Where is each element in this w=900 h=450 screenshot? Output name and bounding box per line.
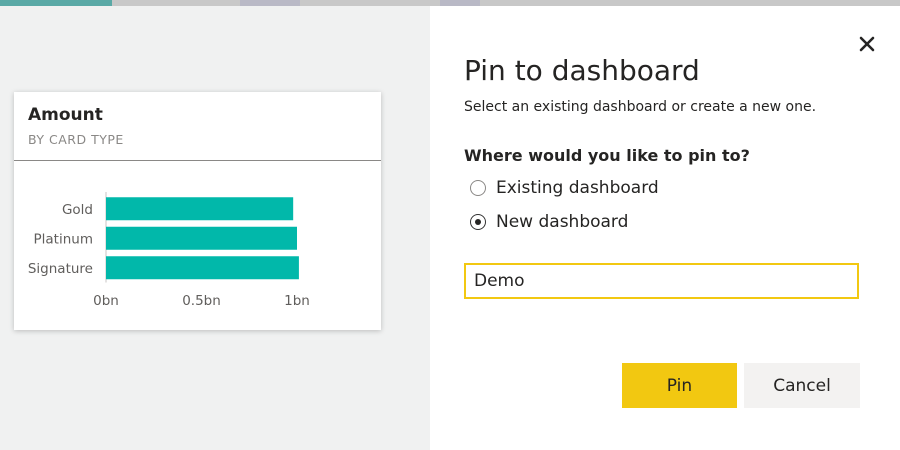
category-label: Signature bbox=[28, 261, 93, 277]
cancel-button[interactable]: Cancel bbox=[744, 363, 860, 408]
radio-label: New dashboard bbox=[496, 212, 629, 232]
radio-button[interactable] bbox=[470, 180, 486, 196]
x-tick-label: 1bn bbox=[284, 293, 310, 309]
bar-signature[interactable] bbox=[106, 256, 299, 280]
dashboard-name-input[interactable] bbox=[464, 263, 859, 299]
bar-platinum[interactable] bbox=[106, 226, 297, 250]
dialog-title: Pin to dashboard bbox=[464, 54, 700, 87]
category-label: Platinum bbox=[34, 231, 93, 247]
close-button[interactable] bbox=[855, 32, 879, 56]
radio-button[interactable] bbox=[470, 214, 486, 230]
category-label: Gold bbox=[62, 202, 93, 218]
pin-button[interactable]: Pin bbox=[622, 363, 737, 408]
pin-dialog: Pin to dashboard Select an existing dash… bbox=[430, 6, 900, 450]
bar-gold[interactable] bbox=[106, 197, 294, 221]
pin-location-question: Where would you like to pin to? bbox=[464, 146, 750, 165]
radio-label: Existing dashboard bbox=[496, 178, 659, 198]
x-tick-label: 0bn bbox=[93, 293, 119, 309]
dialog-description: Select an existing dashboard or create a… bbox=[464, 99, 817, 115]
close-icon bbox=[859, 36, 875, 52]
bar-chart-visual[interactable]: Amount BY CARD TYPE Gold Platinum Signatur… bbox=[14, 92, 381, 330]
x-tick-label: 0.5bn bbox=[182, 293, 221, 309]
bar-chart: Gold Platinum Signature0bn 0.5bn 1bn bbox=[28, 192, 310, 309]
